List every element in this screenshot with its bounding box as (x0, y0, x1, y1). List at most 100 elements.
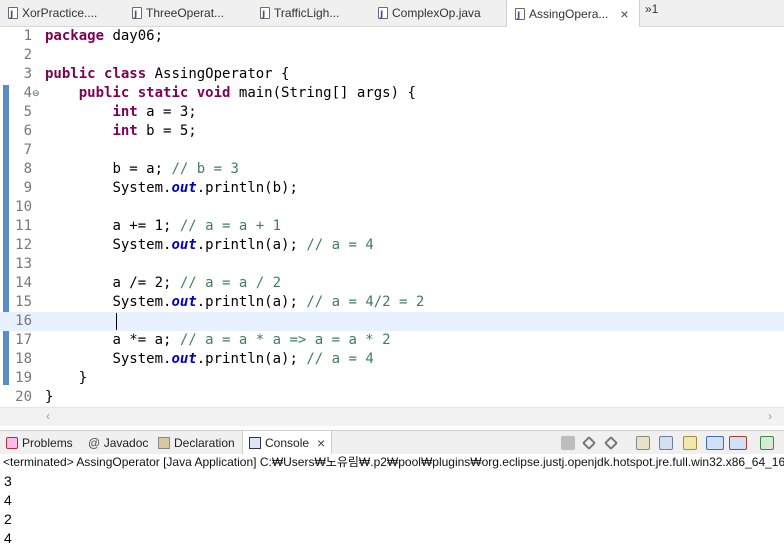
code-line[interactable]: 10 (0, 198, 784, 217)
tab-javadoc[interactable]: @ Javadoc (88, 431, 148, 455)
tab-xorpractice[interactable]: XorPractice.... (0, 0, 124, 28)
code-line[interactable]: 7 (0, 141, 784, 160)
keyword: void (196, 85, 231, 101)
code-text: b = a; // b = 3 (45, 160, 239, 179)
line-number: 5 (23, 104, 32, 120)
line-number: 12 (15, 237, 32, 253)
code-line[interactable]: 12 System.out.println(a); // a = 4 (0, 236, 784, 255)
word-wrap-icon[interactable] (683, 436, 697, 450)
java-file-icon (515, 3, 525, 29)
close-icon[interactable]: × (620, 1, 628, 27)
code-token: } (45, 389, 54, 405)
tab-overflow-button[interactable]: »1 (645, 2, 658, 16)
scroll-left-icon[interactable]: ‹ (46, 409, 50, 423)
line-number: 18 (15, 351, 32, 367)
code-line[interactable]: 5 int a = 3; (0, 103, 784, 122)
code-line[interactable]: 11 a += 1; // a = a + 1 (0, 217, 784, 236)
console-output[interactable]: 3 4 2 4 (0, 472, 784, 549)
code-token: .println(a); (196, 351, 307, 367)
keyword: public (78, 85, 130, 101)
scroll-lock-icon[interactable] (636, 436, 650, 450)
tab-label: XorPractice.... (22, 6, 98, 20)
show-console-output-icon[interactable] (659, 436, 673, 450)
console-status: <terminated> AssingOperator [Java Applic… (0, 454, 784, 471)
tab-label: Declaration (174, 436, 235, 450)
keyword: int (112, 104, 138, 120)
tab-label: ComplexOp.java (392, 6, 481, 20)
keyword: public (45, 66, 96, 82)
code-text: System.out.println(a); // a = 4/2 = 2 (45, 293, 424, 312)
pin-console-icon[interactable] (706, 436, 724, 450)
terminate-icon[interactable] (561, 436, 575, 450)
line-number: 13 (15, 256, 32, 272)
code-line[interactable]: 4 public static void main(String[] args)… (0, 84, 784, 103)
code-line[interactable]: 9 System.out.println(b); (0, 179, 784, 198)
line-number: 1 (23, 28, 32, 44)
code-text: int a = 3; (45, 103, 196, 122)
code-line[interactable]: 14 a /= 2; // a = a / 2 (0, 274, 784, 293)
code-token: a /= 2; (112, 275, 180, 291)
tab-label: TrafficLigh... (274, 6, 340, 20)
code-line[interactable]: 2 (0, 46, 784, 65)
tab-threeoperator[interactable]: ThreeOperat... (124, 0, 252, 28)
code-line[interactable]: 19 } (0, 369, 784, 388)
new-console-icon[interactable] (760, 436, 774, 450)
line-number: 6 (23, 123, 32, 139)
tab-assingoperator[interactable]: AssingOpera... × (506, 0, 640, 29)
code-line[interactable]: 18 System.out.println(a); // a = 4 (0, 350, 784, 369)
code-line[interactable]: 1 package day06; (0, 27, 784, 46)
code-text: package day06; (45, 27, 163, 46)
horizontal-scrollbar[interactable]: ‹ › (0, 407, 784, 426)
tab-label: AssingOpera... (529, 6, 609, 21)
code-token: main(String[] args) { (230, 85, 416, 101)
keyword: class (104, 66, 147, 82)
code-token: } (78, 370, 88, 386)
line-number: 17 (15, 332, 32, 348)
declaration-icon (158, 437, 170, 449)
remove-all-terminated-icon[interactable] (603, 435, 619, 451)
tab-declaration[interactable]: Declaration (158, 431, 235, 455)
code-line[interactable]: 8 b = a; // b = 3 (0, 160, 784, 179)
code-line[interactable]: 20} (0, 388, 784, 407)
code-line[interactable]: 6 int b = 5; (0, 122, 784, 141)
line-number: 2 (23, 47, 32, 63)
tab-complexop[interactable]: ComplexOp.java (370, 0, 504, 28)
code-editor[interactable]: ⊖ 1 package day06; 2 3 public class AssingOp… (0, 27, 784, 426)
open-console-icon[interactable] (729, 436, 747, 450)
code-token: System. (112, 237, 172, 253)
code-token: a += 1; (112, 218, 180, 234)
tab-trafficlight[interactable]: TrafficLigh... (252, 0, 370, 28)
code-text: int b = 5; (45, 122, 196, 141)
scroll-right-icon[interactable]: › (768, 409, 772, 423)
comment: // b = 3 (171, 161, 239, 177)
line-number: 15 (15, 294, 32, 310)
code-token: System. (112, 294, 172, 310)
tab-problems[interactable]: Problems (6, 431, 73, 455)
code-line[interactable]: 17 a *= a; // a = a * a => a = a * 2 (0, 331, 784, 350)
keyword: package (45, 28, 105, 44)
code-line[interactable]: 16 (0, 312, 784, 331)
code-line[interactable]: 3 public class AssingOperator { (0, 65, 784, 84)
remove-launch-icon[interactable] (581, 435, 597, 451)
editor-tab-bar: XorPractice.... ThreeOperat... TrafficLi… (0, 0, 784, 29)
close-icon[interactable]: × (317, 431, 325, 455)
static-field: out (171, 180, 197, 196)
tab-label: Console (265, 436, 310, 450)
text-caret (116, 313, 117, 330)
tab-label: Problems (22, 436, 73, 450)
java-file-icon (378, 2, 388, 28)
code-line[interactable]: 15 System.out.println(a); // a = 4/2 = 2 (0, 293, 784, 312)
comment: // a = a / 2 (179, 275, 282, 291)
console-output-line: 3 (4, 473, 12, 489)
tab-console[interactable]: Console × (242, 431, 333, 455)
code-token: System. (112, 351, 172, 367)
line-number: 20 (15, 389, 32, 405)
code-line[interactable]: 13 (0, 255, 784, 274)
code-token: .println(a); (196, 237, 307, 253)
